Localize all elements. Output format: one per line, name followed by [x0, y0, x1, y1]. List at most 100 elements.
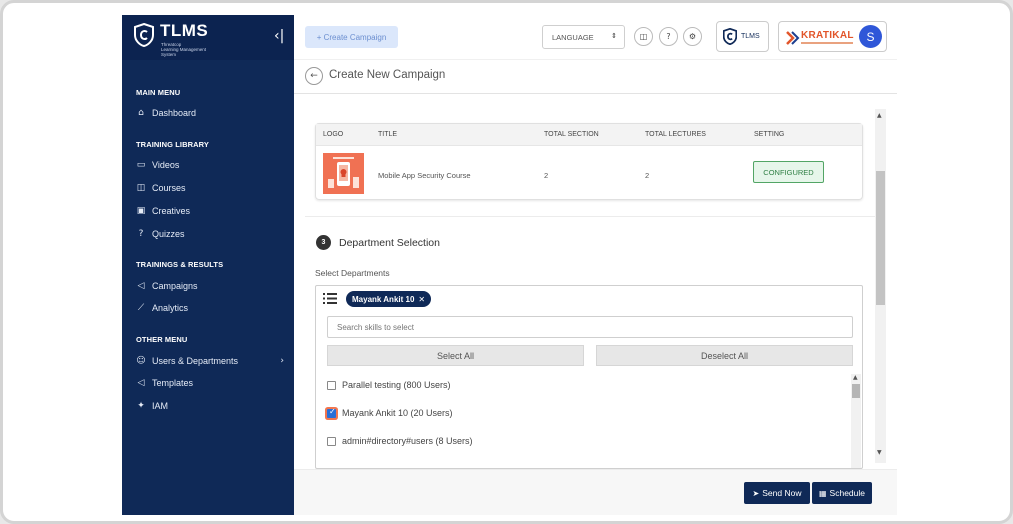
- organization-badge[interactable]: KRATIKAL S: [778, 21, 887, 52]
- department-option[interactable]: admin#directory#users (8 Users): [327, 436, 473, 446]
- top-header: + Create Campaign LANGUAGE ⇕ ◫ ? ⚙ TLMS …: [294, 15, 897, 59]
- action-footer: ➤ Send Now ▦ Schedule: [294, 469, 897, 515]
- sort-caret-icon: ⇕: [611, 32, 617, 40]
- sidebar-item-users-departments[interactable]: ☺ Users & Departments ›: [136, 356, 284, 366]
- sidebar-item-label: Users & Departments: [152, 356, 239, 366]
- app-window: TLMS Threatcop Learning Management System…: [0, 0, 1013, 524]
- sidebar-item-templates[interactable]: ◁ Templates: [136, 378, 284, 388]
- settings-icon[interactable]: ⚙: [683, 27, 702, 46]
- scrollbar-thumb[interactable]: [876, 171, 885, 305]
- sidebar-item-iam[interactable]: ✦ IAM: [136, 401, 284, 411]
- collapse-sidebar-icon[interactable]: ‹|: [274, 28, 284, 44]
- tlms-badge-label: TLMS: [741, 33, 760, 40]
- department-option[interactable]: Mayank Ankit 10 (20 Users): [327, 407, 453, 418]
- sidebar-item-label: Quizzes: [152, 229, 185, 239]
- schedule-label: Schedule: [829, 488, 865, 498]
- user-icon: ☺: [136, 356, 146, 366]
- language-select[interactable]: LANGUAGE ⇕: [542, 25, 625, 49]
- column-header: TITLE: [378, 131, 398, 138]
- sidebar-item-quizzes[interactable]: ? Quizzes: [136, 229, 284, 239]
- scrollbar-thumb[interactable]: [852, 384, 860, 398]
- column-header: LOGO: [323, 131, 344, 138]
- megaphone-icon: ◁: [137, 281, 145, 291]
- page-title: Create New Campaign: [329, 69, 446, 81]
- chip-label: Mayank Ankit 10: [352, 294, 415, 304]
- department-search-input[interactable]: [327, 316, 853, 338]
- select-all-button[interactable]: Select All: [327, 345, 584, 366]
- column-header: SETTING: [754, 131, 785, 138]
- calendar-icon: ▦: [818, 488, 827, 498]
- kratikal-logo-icon: [786, 31, 800, 45]
- org-tagline-bar: [801, 42, 853, 44]
- sidebar-item-courses[interactable]: ◫ Courses: [136, 183, 284, 193]
- schedule-button[interactable]: ▦ Schedule: [812, 482, 872, 504]
- course-logo-image: [323, 153, 364, 194]
- brand-bar: TLMS Threatcop Learning Management System…: [122, 15, 294, 60]
- step-number-badge: 3: [316, 235, 331, 250]
- send-icon: ➤: [752, 488, 760, 498]
- question-icon: ?: [138, 229, 144, 239]
- main-content: LOGO TITLE TOTAL SECTION TOTAL LECTURES …: [294, 94, 897, 469]
- page-title-bar: ← Create New Campaign: [294, 59, 897, 94]
- tool-icon: ✦: [137, 401, 145, 411]
- chevron-right-icon: ›: [280, 356, 284, 366]
- option-label: admin#directory#users (8 Users): [342, 436, 473, 446]
- checkbox-checked[interactable]: [327, 407, 336, 418]
- chart-line-icon: ⟋: [137, 303, 145, 313]
- course-total-lectures: 2: [645, 171, 650, 180]
- option-label: Mayank Ankit 10 (20 Users): [342, 408, 453, 418]
- options-scrollbar[interactable]: ▲: [851, 374, 861, 468]
- brand-subtitle: Threatcop Learning Management System: [161, 42, 207, 57]
- scroll-up-icon[interactable]: ▲: [853, 374, 858, 381]
- home-icon: ⌂: [138, 108, 144, 118]
- section-trainings-results: TRAININGS & RESULTS: [136, 260, 224, 269]
- sidebar-item-label: Campaigns: [152, 281, 198, 291]
- section-other-menu: OTHER MENU: [136, 335, 188, 344]
- sidebar-item-videos[interactable]: ▭ Videos: [136, 160, 284, 170]
- course-total-section: 2: [544, 171, 549, 180]
- close-icon[interactable]: ✕: [418, 295, 425, 304]
- department-multiselect: Mayank Ankit 10 ✕ Select All Deselect Al…: [315, 285, 863, 469]
- section-divider: [305, 216, 875, 217]
- sidebar-item-label: Videos: [152, 160, 180, 170]
- section-training-library: TRAINING LIBRARY: [136, 140, 209, 149]
- sidebar-item-label: Analytics: [152, 303, 189, 313]
- video-icon: ▭: [136, 160, 146, 170]
- column-header: TOTAL SECTION: [544, 131, 599, 138]
- section-main-menu: MAIN MENU: [136, 88, 181, 97]
- org-name: KRATIKAL: [801, 30, 854, 41]
- sidebar-item-analytics[interactable]: ⟋ Analytics: [136, 303, 284, 313]
- scroll-down-icon[interactable]: ▼: [877, 449, 882, 456]
- avatar[interactable]: S: [859, 25, 882, 48]
- page-scrollbar[interactable]: ▲ ▼: [875, 109, 886, 463]
- mobile-security-illustration: [323, 153, 364, 194]
- brand-title: TLMS: [160, 21, 209, 40]
- option-label: Parallel testing (800 Users): [342, 380, 451, 390]
- checkbox[interactable]: [327, 436, 336, 446]
- department-section-title: Department Selection: [339, 237, 440, 249]
- send-now-button[interactable]: ➤ Send Now: [744, 482, 810, 504]
- sidebar-item-campaigns[interactable]: ◁ Campaigns: [136, 281, 284, 291]
- sidebar-item-dashboard[interactable]: ⌂ Dashboard: [136, 108, 284, 118]
- back-arrow-icon[interactable]: ←: [305, 67, 323, 85]
- sidebar: TLMS Threatcop Learning Management System…: [122, 15, 294, 515]
- scroll-up-icon[interactable]: ▲: [877, 112, 882, 119]
- megaphone-icon: ◁: [137, 378, 145, 388]
- table-header: LOGO TITLE TOTAL SECTION TOTAL LECTURES …: [316, 124, 862, 146]
- sidebar-item-label: Courses: [152, 183, 186, 193]
- language-select-value: LANGUAGE: [552, 32, 594, 42]
- sidebar-item-label: IAM: [152, 401, 169, 411]
- book-open-icon[interactable]: ◫: [634, 27, 653, 46]
- checkbox[interactable]: [327, 380, 336, 390]
- sidebar-item-creatives[interactable]: ▣ Creatives: [136, 206, 284, 216]
- create-campaign-button[interactable]: + Create Campaign: [305, 26, 398, 48]
- tlms-app-badge[interactable]: TLMS: [716, 21, 769, 52]
- configured-status-button[interactable]: CONFIGURED: [753, 161, 824, 183]
- department-option[interactable]: Parallel testing (800 Users): [327, 380, 451, 390]
- send-now-label: Send Now: [762, 488, 802, 498]
- deselect-all-button[interactable]: Deselect All: [596, 345, 853, 366]
- tlms-shield-icon: [723, 28, 737, 45]
- select-departments-label: Select Departments: [315, 268, 390, 278]
- tlms-shield-icon: [134, 23, 154, 47]
- help-icon[interactable]: ?: [659, 27, 678, 46]
